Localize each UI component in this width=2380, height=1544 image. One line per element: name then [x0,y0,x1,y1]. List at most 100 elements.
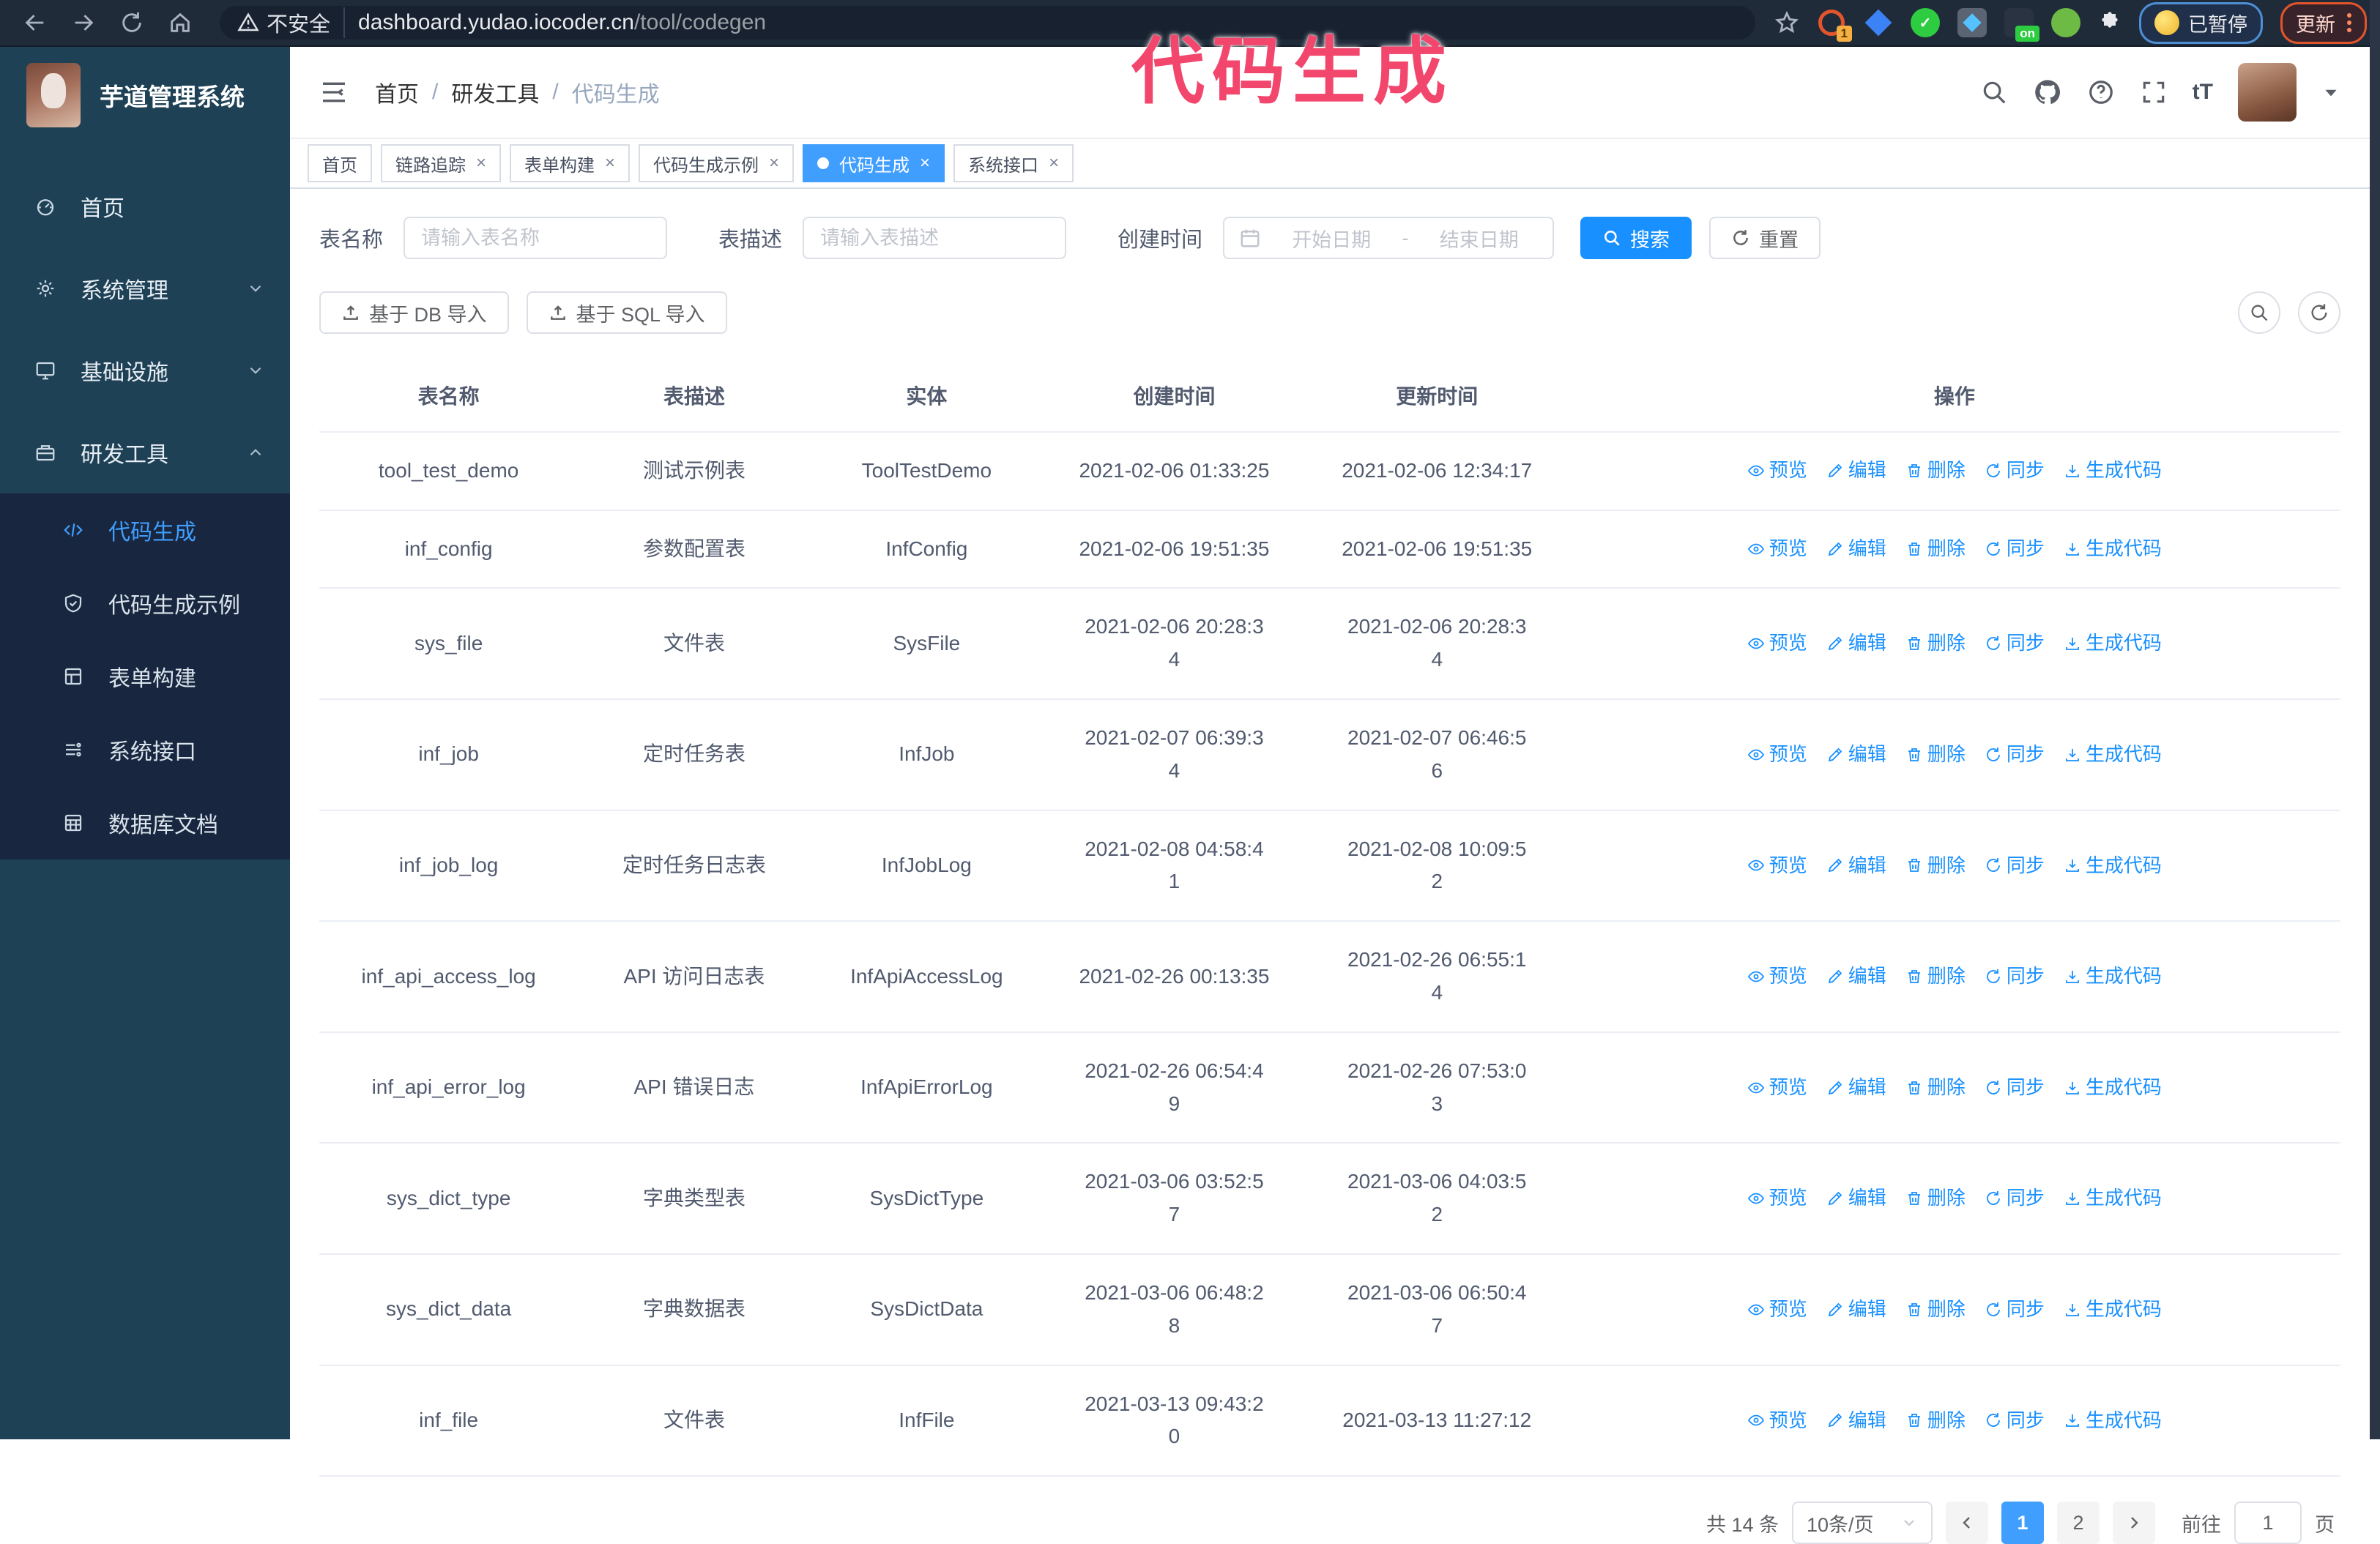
close-icon[interactable]: × [476,153,486,174]
preview-link[interactable]: 预览 [1747,534,1807,564]
delete-link[interactable]: 删除 [1905,851,1966,881]
delete-link[interactable]: 删除 [1905,739,1966,770]
sidebar-item-系统管理[interactable]: 系统管理 [0,247,290,329]
preview-link[interactable]: 预览 [1747,851,1807,881]
caret-down-icon[interactable] [2321,83,2340,102]
delete-link[interactable]: 删除 [1905,1183,1966,1214]
profile-paused-chip[interactable]: 已暂停 [2139,1,2263,44]
refresh-table-button[interactable] [2298,291,2340,334]
start-date-placeholder[interactable]: 开始日期 [1273,224,1391,253]
toggle-search-button[interactable] [2238,291,2280,334]
extension-icon[interactable] [2051,8,2080,37]
page-button-1[interactable]: 1 [2001,1502,2044,1544]
sync-link[interactable]: 同步 [1985,534,2045,564]
delete-link[interactable]: 删除 [1905,1406,1966,1436]
search-icon[interactable] [1980,78,2008,106]
breadcrumb-home[interactable]: 首页 [375,76,419,108]
date-range-picker[interactable]: 开始日期 - 结束日期 [1223,217,1555,259]
browser-menu-icon[interactable] [2347,13,2351,32]
tag-tab-链路追踪[interactable]: 链路追踪 × [381,144,502,182]
sync-link[interactable]: 同步 [1985,1406,2045,1436]
preview-link[interactable]: 预览 [1747,455,1807,486]
extension-icon[interactable]: ✓ [1911,8,1940,37]
preview-link[interactable]: 预览 [1747,1406,1807,1436]
edit-link[interactable]: 编辑 [1826,1183,1886,1214]
sync-link[interactable]: 同步 [1985,851,2045,881]
extension-icon[interactable] [1957,8,1987,37]
tag-tab-表单构建[interactable]: 表单构建 × [510,144,631,182]
generate-code-link[interactable]: 生成代码 [2064,534,2162,564]
sync-link[interactable]: 同步 [1985,1183,2045,1214]
next-page-button[interactable] [2113,1502,2155,1544]
extensions-puzzle-icon[interactable] [2098,11,2121,34]
import-sql-button[interactable]: 基于 SQL 导入 [526,291,727,334]
edit-link[interactable]: 编辑 [1826,739,1886,770]
prev-page-button[interactable] [1946,1502,1988,1544]
edit-link[interactable]: 编辑 [1826,1406,1886,1436]
generate-code-link[interactable]: 生成代码 [2064,1183,2162,1214]
import-db-button[interactable]: 基于 DB 导入 [319,291,509,334]
sync-link[interactable]: 同步 [1985,739,2045,770]
sidebar-subitem-数据库文档[interactable]: 数据库文档 [0,786,290,859]
close-icon[interactable]: × [920,153,930,174]
generate-code-link[interactable]: 生成代码 [2064,1294,2162,1325]
delete-link[interactable]: 删除 [1905,1294,1966,1325]
browser-reload-button[interactable] [116,7,148,39]
sidebar-subitem-代码生成示例[interactable]: 代码生成示例 [0,567,290,640]
edit-link[interactable]: 编辑 [1826,961,1886,992]
generate-code-link[interactable]: 生成代码 [2064,1073,2162,1103]
close-icon[interactable]: × [1049,153,1059,174]
delete-link[interactable]: 删除 [1905,534,1966,564]
sync-link[interactable]: 同步 [1985,628,2045,659]
sync-link[interactable]: 同步 [1985,1073,2045,1103]
delete-link[interactable]: 删除 [1905,1073,1966,1103]
browser-forward-button[interactable] [67,7,100,39]
close-icon[interactable]: × [769,153,779,174]
end-date-placeholder[interactable]: 结束日期 [1421,224,1539,253]
edit-link[interactable]: 编辑 [1826,628,1886,659]
address-bar[interactable]: 不安全 dashboard.yudao.iocoder.cn/tool/code… [220,6,1755,40]
extension-icon[interactable]: 1 [1817,8,1852,42]
extension-icon[interactable]: on [2004,8,2039,42]
window-scrollbar[interactable] [2370,0,2380,1439]
preview-link[interactable]: 预览 [1747,739,1807,770]
tag-tab-首页[interactable]: 首页 [308,144,372,182]
security-label[interactable]: 不安全 [267,7,330,38]
app-logo[interactable]: 芋道管理系统 [0,47,290,143]
generate-code-link[interactable]: 生成代码 [2064,628,2162,659]
close-icon[interactable]: × [605,153,615,174]
goto-page-input[interactable] [2234,1502,2302,1544]
edit-link[interactable]: 编辑 [1826,1073,1886,1103]
table-name-input[interactable] [404,217,668,259]
page-size-select[interactable]: 10条/页 [1792,1502,1933,1544]
browser-back-button[interactable] [19,7,51,39]
edit-link[interactable]: 编辑 [1826,455,1886,486]
github-icon[interactable] [2033,78,2062,107]
fullscreen-icon[interactable] [2140,78,2168,106]
tag-tab-代码生成示例[interactable]: 代码生成示例 × [639,144,795,182]
sidebar-item-研发工具[interactable]: 研发工具 [0,411,290,493]
browser-home-button[interactable] [164,7,196,39]
generate-code-link[interactable]: 生成代码 [2064,961,2162,992]
generate-code-link[interactable]: 生成代码 [2064,851,2162,881]
font-size-icon[interactable]: tT [2193,80,2213,105]
browser-update-button[interactable]: 更新 [2280,1,2367,44]
breadcrumb-tools[interactable]: 研发工具 [451,76,539,108]
edit-link[interactable]: 编辑 [1826,1294,1886,1325]
tag-tab-系统接口[interactable]: 系统接口 × [953,144,1074,182]
sidebar-subitem-系统接口[interactable]: 系统接口 [0,713,290,786]
user-avatar[interactable] [2238,63,2297,122]
bookmark-star-icon[interactable] [1774,10,1799,35]
preview-link[interactable]: 预览 [1747,961,1807,992]
delete-link[interactable]: 删除 [1905,455,1966,486]
sidebar-item-首页[interactable]: 首页 [0,165,290,247]
preview-link[interactable]: 预览 [1747,1294,1807,1325]
sidebar-subitem-表单构建[interactable]: 表单构建 [0,640,290,713]
tag-tab-代码生成[interactable]: 代码生成 × [803,144,945,182]
sidebar-subitem-代码生成[interactable]: 代码生成 [0,493,290,567]
sync-link[interactable]: 同步 [1985,1294,2045,1325]
table-desc-input[interactable] [803,217,1067,259]
generate-code-link[interactable]: 生成代码 [2064,1406,2162,1436]
preview-link[interactable]: 预览 [1747,628,1807,659]
delete-link[interactable]: 删除 [1905,628,1966,659]
